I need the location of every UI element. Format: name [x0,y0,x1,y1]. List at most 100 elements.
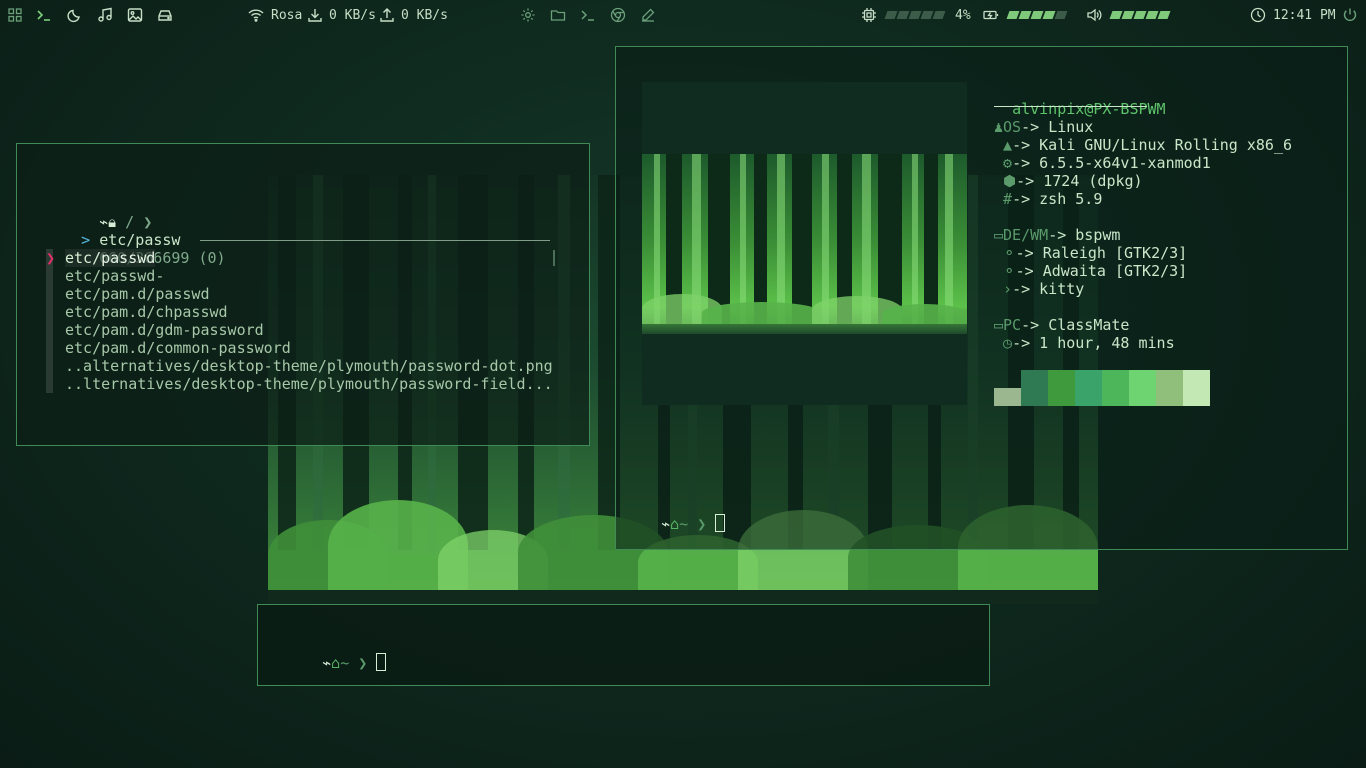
theme-icon: ⚬ [994,262,1016,280]
info-line: ▭PC-> ClassMate [994,316,1130,334]
level-segment [1133,11,1147,19]
prompt-path: ~ [679,515,689,533]
battery-icon [983,7,999,23]
drive-icon[interactable] [157,7,173,23]
monitor-icon: ▭ [994,226,1004,244]
terminal-icon: › [994,280,1013,298]
level-segment [908,11,922,19]
kali-dragon-icon: ⌁ [661,515,671,533]
home-icon: ⌂ [331,654,341,672]
cursor [715,514,726,532]
info-line: ⬢-> 1724 (dpkg) [994,172,1143,190]
result-item[interactable]: etc/pam.d/chpasswd [65,303,228,321]
level-segment [1109,11,1123,19]
info-line: ⚙-> 6.5.5-x64v1-xanmod1 [994,154,1211,172]
download-rate: 0 KB/s [329,7,376,23]
laptop-icon: ▭ [994,316,1004,334]
music-note-icon[interactable] [97,7,113,23]
terminal-app-icon[interactable] [580,7,596,23]
result-item[interactable]: etc/pam.d/passwd [65,285,210,303]
upload-icon [379,7,395,23]
result-item[interactable]: etc/pam.d/gdm-password [65,321,264,339]
upload-rate: 0 KB/s [401,7,448,23]
info-line: ▭DE/WM-> bspwm [994,226,1121,244]
folder-icon[interactable] [550,7,566,23]
power-icon[interactable] [1342,7,1358,23]
download-icon [307,7,323,23]
color-swatch [1183,370,1210,406]
user-host-line: alvinpix@PX-BSPWM [1012,100,1166,118]
result-item[interactable]: etc/passwd- [65,267,164,285]
color-swatch [1102,370,1129,406]
browser-icon[interactable] [610,7,626,23]
image-icon[interactable] [127,7,143,23]
level-segment [896,11,910,19]
bottom-prompt-line[interactable]: ⌁⌂~ ❯ [286,635,387,690]
cpu-usage-bar [880,7,950,23]
settings-icon[interactable] [520,7,536,23]
home-icon: ⌂ [670,515,680,533]
result-item[interactable]: etc/pam.d/common-password [65,339,291,357]
theme-icon: ⚬ [994,244,1016,262]
result-item[interactable]: ..lternatives/desktop-theme/plymouth/pas… [65,375,553,393]
level-segment [884,11,898,19]
color-swatch [1156,370,1183,406]
cpu-percent: 4% [955,7,971,23]
username: alvinpix [1012,100,1085,118]
clock-icon: ◷ [994,334,1013,352]
result-item[interactable]: etc/passwd ❯ [46,249,156,267]
info-line: #-> zsh 5.9 [994,190,1103,208]
info-line: ⚬-> Raleigh [GTK2/3] [994,244,1188,262]
info-line: ▲-> Kali GNU/Linux Rolling x86_6 [994,136,1293,154]
wifi-icon[interactable] [248,7,264,23]
selection-pointer: ❯ [46,249,56,267]
prompt-path: ~ [340,654,350,672]
color-swatch [1048,370,1075,406]
level-segment [1145,11,1159,19]
level-segment [1006,11,1020,19]
separator-line [200,240,550,241]
level-segment [932,11,946,19]
top-bar: Rosa 0 KB/s 0 KB/s 4% 12:41 PM [0,0,1366,30]
apps-grid-icon[interactable] [7,7,23,23]
color-swatch [1021,370,1048,406]
color-swatch [994,388,1021,406]
terminal-icon[interactable] [36,7,52,23]
level-segment [1157,11,1171,19]
level-segment [1030,11,1044,19]
result-item[interactable]: ..alternatives/desktop-theme/plymouth/pa… [65,357,553,375]
kali-dragon-icon: ⌁ [322,654,332,672]
neofetch-prompt-line[interactable]: ⌁⌂~ ❯ [643,496,726,533]
info-line: ›-> kitty [994,280,1085,298]
volume-level-bar[interactable] [1105,7,1175,23]
fzf-terminal-window[interactable]: ⌁🔒︎ / ❯ > etc/passw 660/366699 (0) etc/p… [16,143,590,446]
shell-icon: # [994,190,1013,208]
level-segment [920,11,934,19]
neofetch-image [642,82,967,405]
cursor [376,653,387,671]
color-swatch [1075,370,1102,406]
bottom-terminal-window[interactable]: ⌁⌂~ ❯ [257,604,990,686]
moon-icon[interactable] [67,7,83,23]
gear-icon: ⚙ [994,154,1013,172]
edit-icon[interactable] [640,7,656,23]
level-segment [1121,11,1135,19]
clock-time: 12:41 PM [1273,7,1336,23]
info-line: ♟OS-> Linux [994,118,1094,136]
volume-icon[interactable] [1086,7,1102,23]
package-icon: ⬢ [994,172,1017,190]
battery-level-bar [1002,7,1072,23]
info-line: ◷-> 1 hour, 48 mins [994,334,1175,352]
user-underline [994,106,1147,107]
linux-icon: ♟ [994,118,1004,136]
cpu-icon [861,7,877,23]
scrollbar[interactable] [553,250,555,266]
level-segment [1054,11,1068,19]
clock-icon [1250,7,1266,23]
arch-icon: ▲ [994,136,1013,154]
network-name: Rosa [271,7,303,23]
color-swatch [1129,370,1156,406]
info-line: ⚬-> Adwaita [GTK2/3] [994,262,1188,280]
hostname: PX-BSPWM [1093,100,1166,118]
level-segment [1018,11,1032,19]
